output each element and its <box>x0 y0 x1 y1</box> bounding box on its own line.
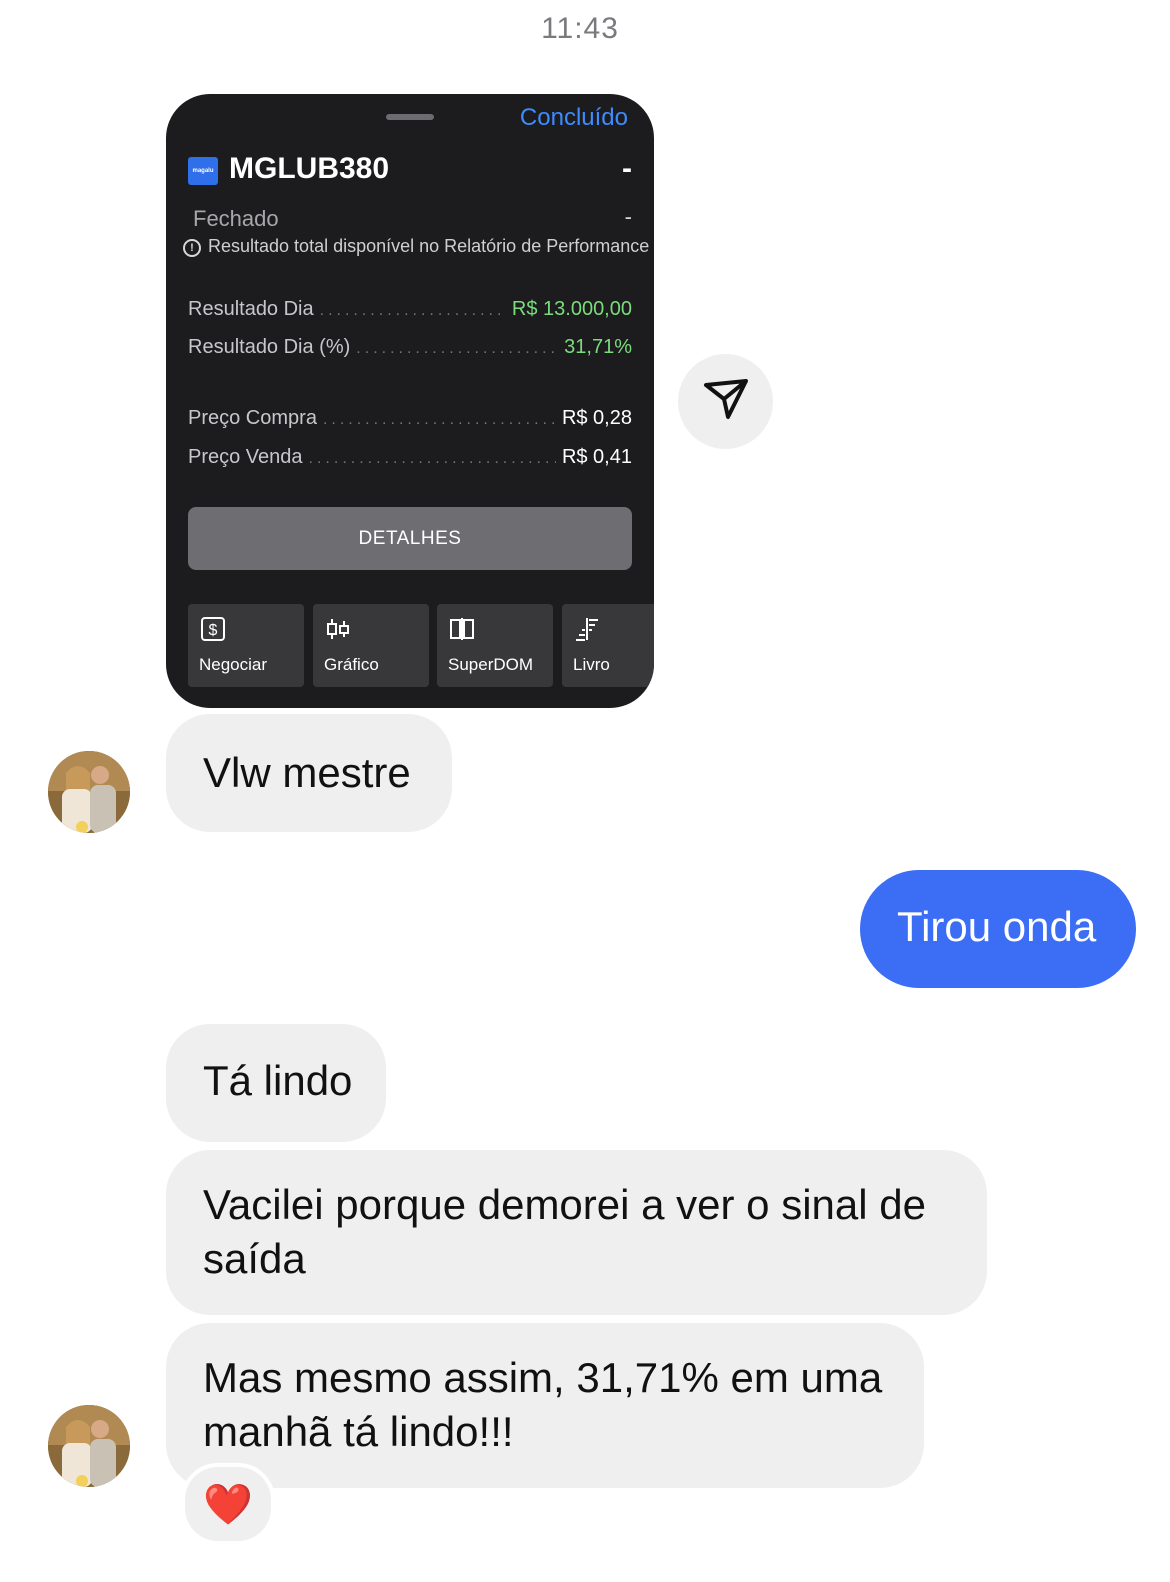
chart-tile[interactable]: Gráfico <box>313 604 429 687</box>
details-button[interactable]: DETALHES <box>188 507 632 570</box>
row-value: R$ 0,28 <box>561 407 632 429</box>
performance-info-text: Resultado total disponível no Relatório … <box>208 236 650 256</box>
row-value: R$ 0,41 <box>561 446 632 468</box>
result-day-row: Resultado Dia ..........................… <box>188 298 632 320</box>
row-value: 31,71% <box>564 336 632 358</box>
magalu-logo: magalu <box>188 157 218 185</box>
ticker-value: - <box>622 152 632 185</box>
message-bubble-incoming[interactable]: Vacilei porque demorei a ver o sinal de … <box>166 1150 987 1315</box>
avatar[interactable] <box>48 1405 130 1487</box>
message-text: Vacilei porque demorei a ver o sinal de … <box>203 1181 926 1282</box>
market-status: Fechado <box>193 206 279 231</box>
tile-label: Livro <box>573 655 610 674</box>
message-bubble-outgoing[interactable]: Tirou onda <box>860 870 1136 988</box>
tile-label: Gráfico <box>324 655 379 674</box>
shared-trade-card[interactable]: Concluído magalu MGLUB380 - Fechado - ! … <box>166 94 654 708</box>
superdom-tile[interactable]: SuperDOM <box>437 604 553 687</box>
row-label: Resultado Dia <box>188 298 314 320</box>
done-button[interactable]: Concluído <box>520 104 628 132</box>
message-timestamp: 11:43 <box>541 12 619 45</box>
heart-reaction[interactable]: ❤️ <box>181 1463 275 1545</box>
row-label: Preço Compra <box>188 407 317 429</box>
superdom-icon <box>449 616 475 642</box>
heart-icon: ❤️ <box>203 1482 253 1527</box>
info-icon: ! <box>183 239 201 257</box>
avatar[interactable] <box>48 751 130 833</box>
market-status-value: - <box>624 204 632 229</box>
share-button[interactable] <box>678 354 773 449</box>
order-book-icon <box>574 616 600 642</box>
trade-tile[interactable]: $ Negociar <box>188 604 304 687</box>
message-text: Mas mesmo assim, 31,71% em uma manhã tá … <box>203 1354 883 1455</box>
sell-price-row: Preço Venda ............................… <box>188 446 632 468</box>
tile-label: SuperDOM <box>448 655 534 674</box>
svg-text:$: $ <box>209 622 218 639</box>
message-text: Tá lindo <box>203 1057 353 1104</box>
candlestick-icon <box>325 616 351 642</box>
row-label: Preço Venda <box>188 446 303 468</box>
message-text: Tirou onda <box>897 903 1097 950</box>
dollar-icon: $ <box>200 616 226 642</box>
message-text: Vlw mestre <box>203 749 411 796</box>
row-label: Resultado Dia (%) <box>188 336 351 358</box>
message-bubble-incoming[interactable]: Tá lindo <box>166 1024 386 1142</box>
result-day-pct-row: Resultado Dia (%) ......................… <box>188 336 632 358</box>
ticker-symbol: MGLUB380 <box>229 152 390 185</box>
message-bubble-incoming[interactable]: Vlw mestre <box>166 714 452 832</box>
send-icon <box>702 375 750 428</box>
message-bubble-incoming[interactable]: Mas mesmo assim, 31,71% em uma manhã tá … <box>166 1323 924 1488</box>
buy-price-row: Preço Compra ...........................… <box>188 407 632 429</box>
tile-label: Negociar <box>199 655 268 674</box>
sheet-grabber <box>386 114 434 120</box>
order-book-tile[interactable]: Livro <box>562 604 654 687</box>
row-value: R$ 13.000,00 <box>511 298 632 320</box>
